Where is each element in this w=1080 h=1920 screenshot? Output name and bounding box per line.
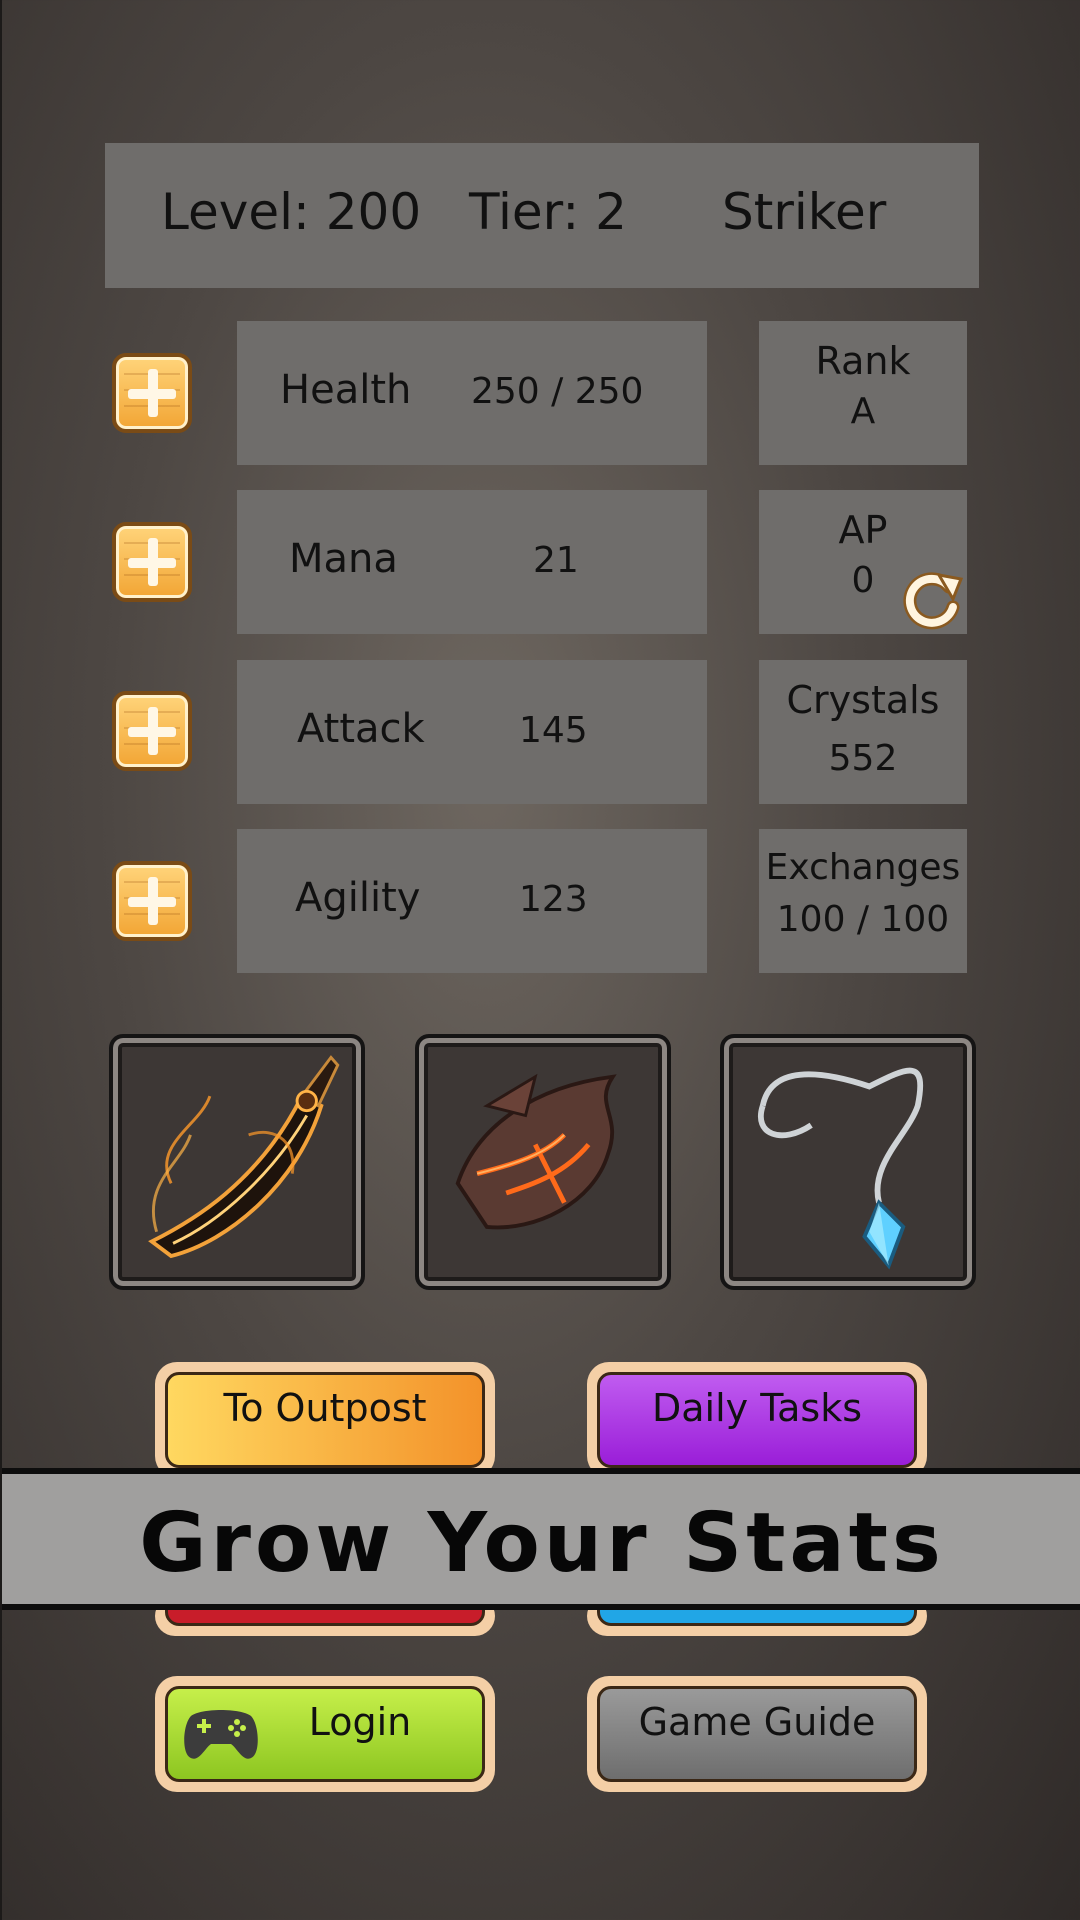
button-label: Login — [308, 1700, 412, 1744]
side-label: Rank — [815, 339, 911, 383]
level-label: Level: 200 — [161, 183, 422, 241]
side-label: Crystals — [786, 678, 940, 722]
class-label: Striker — [722, 183, 887, 241]
stat-agility: Agility 123 — [237, 829, 707, 973]
stat-value: 145 — [519, 710, 588, 751]
game-screen: Level: 200 Tier: 2 Striker Health 250 / … — [0, 0, 1080, 1920]
promo-banner: Grow Your Stats — [2, 1468, 1080, 1610]
add-agility-button[interactable] — [112, 861, 192, 941]
button-label: Daily Tasks — [651, 1386, 863, 1430]
login-button[interactable]: Login — [155, 1676, 495, 1792]
crystals-box: Crystals 552 — [759, 660, 967, 804]
tier-label: Tier: 2 — [469, 183, 627, 241]
add-attack-button[interactable] — [112, 691, 192, 771]
stat-value: 21 — [533, 540, 579, 581]
refresh-icon[interactable] — [899, 565, 967, 633]
stat-mana: Mana 21 — [237, 490, 707, 634]
side-value: 552 — [828, 738, 898, 779]
rank-box: Rank A — [759, 321, 967, 465]
stat-name: Agility — [295, 875, 421, 921]
stat-name: Mana — [289, 536, 398, 582]
game-guide-button[interactable]: Game Guide — [587, 1676, 927, 1792]
flaming-sword-icon — [148, 1055, 340, 1259]
button-label: Game Guide — [638, 1700, 876, 1744]
side-label: AP — [838, 508, 888, 552]
equipment-slot-accessory[interactable] — [720, 1034, 976, 1290]
stat-name: Health — [280, 367, 412, 413]
side-value: A — [850, 391, 876, 432]
equipment-slot-armor[interactable] — [415, 1034, 671, 1290]
exchanges-box: Exchanges 100 / 100 — [759, 829, 967, 973]
add-mana-button[interactable] — [112, 522, 192, 602]
stat-attack: Attack 145 — [237, 660, 707, 804]
button-label: To Outpost — [223, 1386, 427, 1430]
equipment-slot-weapon[interactable] — [109, 1034, 365, 1290]
character-header: Level: 200 Tier: 2 Striker — [105, 143, 979, 288]
crystal-necklace-icon — [758, 1067, 924, 1270]
banner-title: Grow Your Stats — [139, 1496, 945, 1591]
stat-value: 123 — [519, 879, 588, 920]
lava-armor-icon — [455, 1073, 617, 1230]
stat-value: 250 / 250 — [471, 371, 644, 412]
side-label: Exchanges — [765, 847, 961, 888]
add-health-button[interactable] — [112, 353, 192, 433]
to-outpost-button[interactable]: To Outpost — [155, 1362, 495, 1478]
stat-name: Attack — [297, 706, 425, 752]
stat-health: Health 250 / 250 — [237, 321, 707, 465]
side-value: 100 / 100 — [776, 899, 950, 940]
daily-tasks-button[interactable]: Daily Tasks — [587, 1362, 927, 1478]
